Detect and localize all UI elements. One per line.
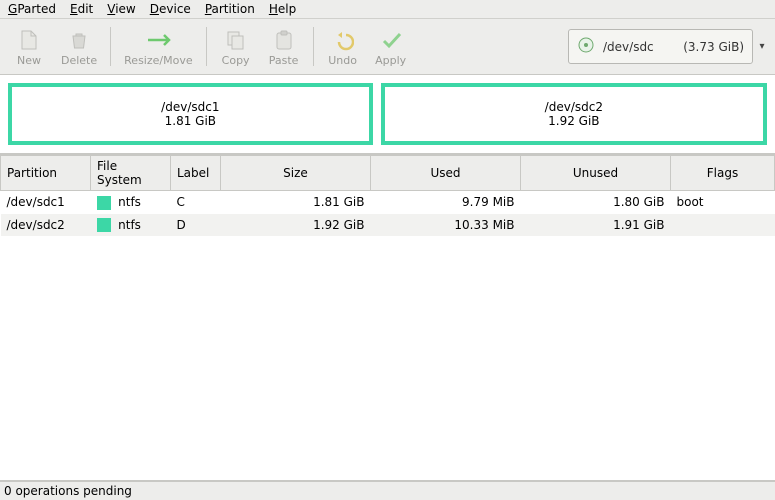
cell-unused: 1.80 GiB <box>521 191 671 214</box>
cell-unused: 1.91 GiB <box>521 214 671 237</box>
resize-icon <box>144 28 172 52</box>
apply-button[interactable]: Apply <box>368 23 414 70</box>
table-row[interactable]: /dev/sdc2 ntfs D 1.92 GiB 10.33 MiB 1.91… <box>1 214 775 237</box>
fs-color-swatch <box>97 218 111 232</box>
col-flags[interactable]: Flags <box>671 156 775 191</box>
apply-icon <box>380 28 402 52</box>
apply-label: Apply <box>375 54 406 67</box>
col-label[interactable]: Label <box>171 156 221 191</box>
status-text: 0 operations pending <box>4 484 132 498</box>
menu-edit[interactable]: Edit <box>70 2 93 16</box>
new-label: New <box>17 54 41 67</box>
device-selector[interactable]: /dev/sdc (3.73 GiB) <box>568 29 753 64</box>
partition-block-size: 1.81 GiB <box>165 114 216 128</box>
drive-icon <box>577 36 595 57</box>
paste-button[interactable]: Paste <box>261 23 307 70</box>
cell-partition: /dev/sdc1 <box>1 191 91 214</box>
delete-button[interactable]: Delete <box>54 23 104 70</box>
menu-device[interactable]: Device <box>150 2 191 16</box>
toolbar: New Delete Resize/Move Copy Paste Undo <box>0 19 775 75</box>
menu-help[interactable]: Help <box>269 2 296 16</box>
separator <box>110 27 111 66</box>
status-bar: 0 operations pending <box>0 481 775 500</box>
trash-icon <box>68 28 90 52</box>
cell-filesystem: ntfs <box>91 214 171 237</box>
paste-icon <box>273 28 295 52</box>
cell-flags: boot <box>671 191 775 214</box>
cell-filesystem: ntfs <box>91 191 171 214</box>
fs-color-swatch <box>97 196 111 210</box>
cell-used: 9.79 MiB <box>371 191 521 214</box>
copy-button[interactable]: Copy <box>213 23 259 70</box>
undo-button[interactable]: Undo <box>320 23 366 70</box>
device-name: /dev/sdc <box>603 40 654 54</box>
resize-button[interactable]: Resize/Move <box>117 23 199 70</box>
cell-size: 1.81 GiB <box>221 191 371 214</box>
menu-view[interactable]: View <box>107 2 135 16</box>
undo-icon <box>332 28 354 52</box>
partition-block-2[interactable]: /dev/sdc2 1.92 GiB <box>381 83 767 145</box>
partition-block-size: 1.92 GiB <box>548 114 599 128</box>
delete-label: Delete <box>61 54 97 67</box>
table-row[interactable]: /dev/sdc1 ntfs C 1.81 GiB 9.79 MiB 1.80 … <box>1 191 775 214</box>
copy-label: Copy <box>222 54 250 67</box>
partition-table: Partition File System Label Size Used Un… <box>0 155 775 236</box>
partition-block-1[interactable]: /dev/sdc1 1.81 GiB <box>8 83 373 145</box>
separator <box>206 27 207 66</box>
device-dropdown-arrow[interactable]: ▾ <box>755 29 769 64</box>
file-new-icon <box>18 28 40 52</box>
copy-icon <box>225 28 247 52</box>
menubar: GParted Edit View Device Partition Help <box>0 0 775 19</box>
partition-table-container: Partition File System Label Size Used Un… <box>0 154 775 481</box>
undo-label: Undo <box>328 54 357 67</box>
paste-label: Paste <box>269 54 299 67</box>
col-unused[interactable]: Unused <box>521 156 671 191</box>
menu-gparted[interactable]: GParted <box>8 2 56 16</box>
resize-label: Resize/Move <box>124 54 192 67</box>
cell-label: C <box>171 191 221 214</box>
cell-flags <box>671 214 775 237</box>
device-size: (3.73 GiB) <box>683 40 744 54</box>
col-partition[interactable]: Partition <box>1 156 91 191</box>
col-filesystem[interactable]: File System <box>91 156 171 191</box>
menu-partition[interactable]: Partition <box>205 2 255 16</box>
cell-used: 10.33 MiB <box>371 214 521 237</box>
separator <box>313 27 314 66</box>
col-size[interactable]: Size <box>221 156 371 191</box>
cell-partition: /dev/sdc2 <box>1 214 91 237</box>
new-button[interactable]: New <box>6 23 52 70</box>
cell-label: D <box>171 214 221 237</box>
partition-block-name: /dev/sdc1 <box>161 100 219 114</box>
disk-visualization: /dev/sdc1 1.81 GiB /dev/sdc2 1.92 GiB <box>0 75 775 154</box>
cell-size: 1.92 GiB <box>221 214 371 237</box>
partition-block-name: /dev/sdc2 <box>545 100 603 114</box>
col-used[interactable]: Used <box>371 156 521 191</box>
